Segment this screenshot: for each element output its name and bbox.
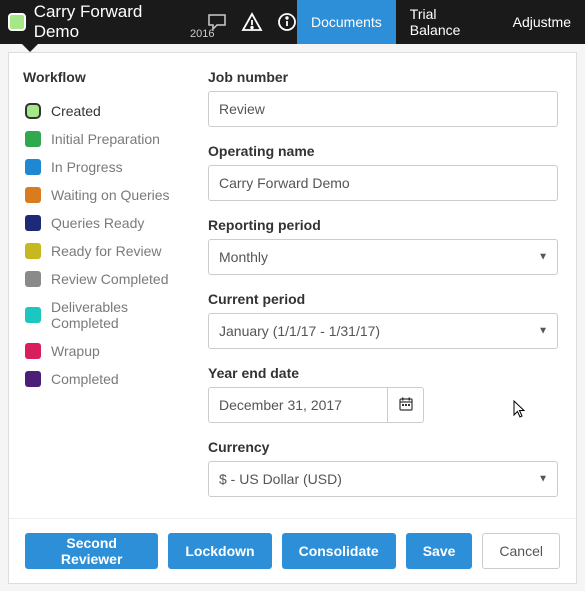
field-job-number: Job number [208,69,558,127]
input-operating-name[interactable] [208,165,558,201]
top-bar: Carry Forward Demo 2016 Documents Trial … [0,0,585,44]
workflow-swatch [25,271,41,287]
tab-trial-balance[interactable]: Trial Balance [396,0,499,44]
workflow-swatch [25,307,41,323]
calendar-button[interactable] [388,387,424,423]
workflow-label: Completed [51,371,119,387]
label-current-period: Current period [208,291,558,307]
workflow-item[interactable]: Queries Ready [23,209,190,237]
content-area: Workflow Created Initial Preparation In Pr… [9,53,576,518]
top-icons [207,12,297,32]
select-currency[interactable]: $ - US Dollar (USD) [208,461,558,497]
workflow-sidebar: Workflow Created Initial Preparation In Pr… [9,53,204,518]
field-year-end-date: Year end date [208,365,558,423]
input-year-end-date[interactable] [208,387,388,423]
workflow-swatch [25,215,41,231]
workflow-item[interactable]: Wrapup [23,337,190,365]
field-current-period: Current period January (1/1/17 - 1/31/17… [208,291,558,349]
workflow-swatch [25,343,41,359]
workflow-swatch [25,371,41,387]
calendar-icon [399,397,413,414]
tab-bar: Documents Trial Balance Adjustme [297,0,585,44]
status-indicator [8,13,26,31]
workflow-item[interactable]: In Progress [23,153,190,181]
label-job-number: Job number [208,69,558,85]
workflow-item[interactable]: Deliverables Completed [23,293,190,337]
workflow-item[interactable]: Review Completed [23,265,190,293]
save-button[interactable]: Save [406,533,473,569]
workflow-label: Created [51,103,101,119]
field-reporting-period: Reporting period Monthly ▼ [208,217,558,275]
workflow-label: Queries Ready [51,215,144,231]
workflow-swatch [25,187,41,203]
label-currency: Currency [208,439,558,455]
info-icon[interactable] [277,12,297,32]
consolidate-button[interactable]: Consolidate [282,533,396,569]
workflow-swatch [25,103,41,119]
workflow-item[interactable]: Ready for Review [23,237,190,265]
workflow-label: In Progress [51,159,123,175]
second-reviewer-button[interactable]: Second Reviewer [25,533,158,569]
footer-bar: Second Reviewer Lockdown Consolidate Sav… [9,518,576,583]
workflow-item[interactable]: Waiting on Queries [23,181,190,209]
workflow-label: Deliverables Completed [51,299,188,331]
workflow-swatch [25,131,41,147]
main-panel: Workflow Created Initial Preparation In Pr… [8,52,577,584]
field-operating-name: Operating name [208,143,558,201]
year-badge: 2016 [190,28,214,40]
tab-documents[interactable]: Documents [297,0,396,44]
app-title: Carry Forward Demo [34,2,189,42]
workflow-swatch [25,243,41,259]
workflow-swatch [25,159,41,175]
workflow-item[interactable]: Initial Preparation [23,125,190,153]
workflow-item[interactable]: Created [23,97,190,125]
select-reporting-period[interactable]: Monthly [208,239,558,275]
label-reporting-period: Reporting period [208,217,558,233]
warning-icon[interactable] [241,12,263,32]
workflow-label: Review Completed [51,271,169,287]
cancel-button[interactable]: Cancel [482,533,560,569]
field-currency: Currency $ - US Dollar (USD) ▼ [208,439,558,497]
workflow-item[interactable]: Completed [23,365,190,393]
select-current-period[interactable]: January (1/1/17 - 1/31/17) [208,313,558,349]
workflow-label: Wrapup [51,343,100,359]
lockdown-button[interactable]: Lockdown [168,533,271,569]
label-year-end-date: Year end date [208,365,558,381]
workflow-label: Initial Preparation [51,131,160,147]
tab-adjustments[interactable]: Adjustme [499,0,585,44]
dropdown-caret-indicator [22,44,38,52]
label-operating-name: Operating name [208,143,558,159]
workflow-label: Waiting on Queries [51,187,170,203]
workflow-title: Workflow [23,69,190,85]
workflow-label: Ready for Review [51,243,162,259]
form-area: Job number Operating name Reporting peri… [204,53,576,518]
input-job-number[interactable] [208,91,558,127]
